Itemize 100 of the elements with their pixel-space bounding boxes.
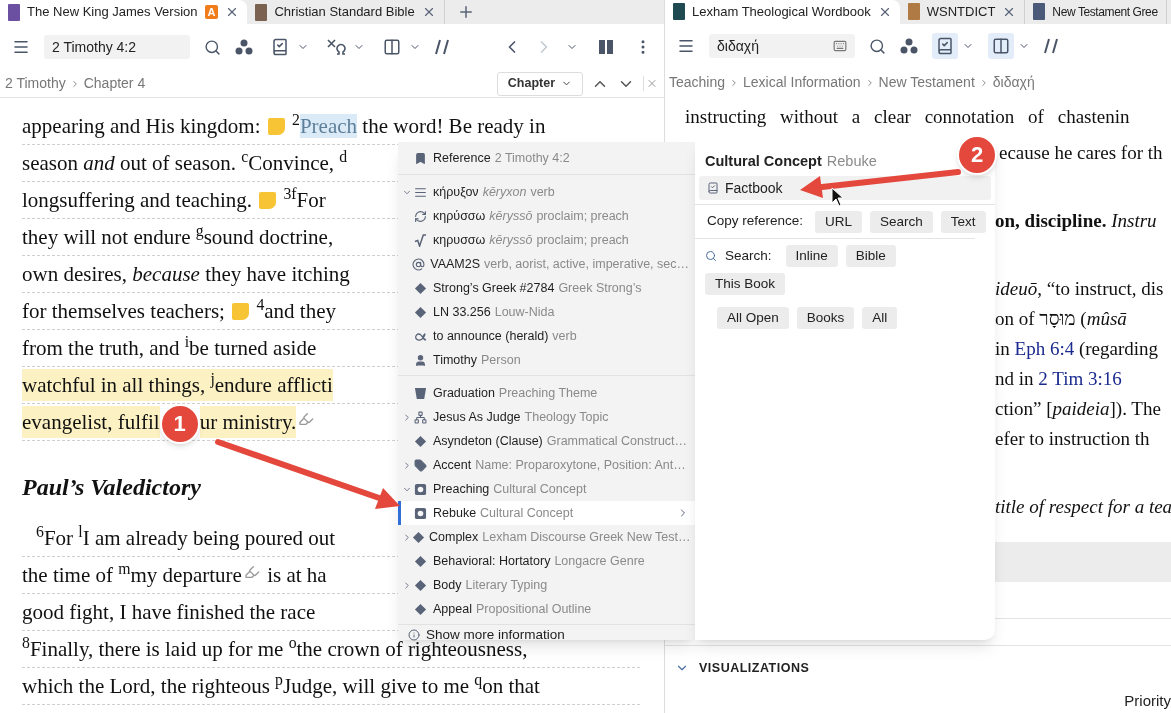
reference-field[interactable]: διδαχή [709, 34, 855, 59]
item-detail: Cultural Concept [480, 504, 574, 522]
column-label: Priority [1124, 691, 1171, 712]
chip-button[interactable]: All Open [717, 307, 789, 329]
item-label: κηρύσσω [433, 207, 486, 225]
item-label: Complex [429, 528, 479, 546]
chip-button[interactable]: Bible [845, 245, 896, 267]
verse-text: the word! Be ready in [361, 114, 546, 138]
diamond-icon [414, 554, 427, 568]
item-label: VAAM2S [430, 255, 481, 273]
context-menu-item[interactable]: κήρυξον kēryxon verb [398, 180, 695, 204]
verse-text: ur ministry. [199, 406, 297, 438]
item-detail: Name: Proparoxytone, Position: Ant… [475, 456, 686, 474]
item-detail: Grammatical Construct… [546, 432, 688, 450]
menu-icon[interactable] [12, 38, 30, 56]
item-label: κηρυσσω [433, 231, 486, 249]
context-menu-item[interactable]: Behavioral: Hortatory Longacre Genre [398, 549, 695, 573]
reference-link[interactable]: 2 Tim 3:16 [1038, 368, 1122, 390]
item-label: Rebuke [433, 504, 477, 522]
item-label: Strong’s Greek #2784 [433, 279, 555, 297]
highlighter-icon[interactable] [243, 564, 260, 580]
breadcrumb-item[interactable]: 2 Timothy [5, 73, 66, 94]
concept-icon [414, 482, 427, 496]
context-menu-item[interactable]: Complex Lexham Discourse Greek New Test… [398, 525, 695, 549]
item-detail: verb, aorist, active, imperative, sec… [484, 255, 689, 273]
lines-icon [414, 185, 427, 199]
context-menu-item[interactable]: Accent Name: Proparoxytone, Position: Ant… [398, 453, 695, 477]
context-menu-item[interactable]: Reference 2 Timothy 4:2 [398, 146, 695, 170]
chip-button[interactable]: All [862, 307, 898, 329]
chip-button[interactable]: URL [815, 210, 863, 233]
diamond-icon [414, 281, 427, 295]
callout-marker: 2 [957, 135, 997, 175]
item-label: κήρυξον [433, 183, 479, 201]
context-menu-item[interactable]: Jesus As Judge Theology Topic [398, 405, 695, 429]
chip-button[interactable]: Text [940, 210, 986, 233]
factbook-icon [707, 182, 719, 194]
context-menu-item[interactable]: κηρύσσω kēryssō proclaim; preach [398, 204, 695, 228]
cluster-icon[interactable] [235, 39, 253, 55]
keyboard-icon[interactable] [833, 39, 847, 54]
search-label: Search: [725, 247, 772, 265]
chapter-dropdown[interactable]: Chapter [496, 71, 583, 96]
breadcrumb-item[interactable]: Lexical Information [743, 72, 861, 94]
diamond-icon [414, 305, 427, 319]
item-label: Jesus As Judge [433, 408, 521, 426]
context-menu-item[interactable]: Rebuke Cultural Concept [398, 501, 695, 525]
person-icon [414, 353, 427, 367]
item-label: Timothy [433, 351, 477, 369]
reference-link[interactable]: Eph 6:4 [1014, 338, 1075, 360]
verse-text: which the Lord, the righteous $^{p}$Judge, will give to me $^{q}$on that [22, 674, 540, 698]
chip-button[interactable]: Books [796, 307, 855, 329]
verse-text: $^{6}$For $^{l}$I am already being poured out [36, 526, 336, 550]
verse-text: is at ha [266, 563, 327, 587]
breadcrumb-item[interactable]: Teaching [669, 72, 726, 94]
verse-text: appearing and His kingdom: [22, 114, 262, 138]
cluster-icon[interactable] [900, 38, 918, 55]
mouse-cursor-icon [831, 187, 844, 207]
context-menu-item[interactable]: LN 33.256 Louw-Nida [398, 300, 695, 324]
verse-text: efer to instruction th [995, 428, 1150, 450]
context-menu-item[interactable]: to announce (herald) verb [398, 324, 695, 348]
diamond-icon [414, 434, 427, 448]
tab-title: New Testament Gree [1052, 3, 1158, 21]
breadcrumb-item[interactable]: New Testament [878, 72, 975, 94]
chip-button[interactable]: Inline [785, 245, 838, 267]
verse-text: in [995, 338, 1011, 360]
tab[interactable]: Lexham Theological Wordbook [665, 0, 900, 24]
context-menu-item[interactable]: Strong’s Greek #2784 Greek Strong’s [398, 276, 695, 300]
verse-text: good fight, I have finished the race [22, 600, 316, 624]
item-label: Asyndeton (Clause) [433, 432, 543, 450]
item-label: Accent [433, 456, 472, 474]
search-icon[interactable] [869, 37, 886, 55]
context-menu-item[interactable]: Preaching Cultural Concept [398, 477, 695, 501]
section-title[interactable]: VISUALIZATIONS [699, 659, 810, 678]
parallel-icon[interactable] [435, 39, 449, 55]
highlighter-icon[interactable] [298, 411, 315, 427]
item-detail: Cultural Concept [493, 480, 587, 498]
item-label: Preaching [433, 480, 490, 498]
tab[interactable]: The New King James Version A [0, 0, 248, 24]
verse-text: nd in [995, 368, 1035, 390]
breadcrumb-item[interactable]: διδαχή [992, 72, 1035, 94]
context-menu-item[interactable]: Timothy Person [398, 348, 695, 372]
context-menu-item[interactable]: Asyndeton (Clause) Grammatical Construct… [398, 429, 695, 453]
field-value: 2 Timothy 4:2 [52, 37, 137, 57]
search-icon[interactable] [204, 38, 221, 56]
item-label: Body [433, 576, 462, 594]
chip-button[interactable]: This Book [705, 273, 786, 295]
verse-text: evangelist, fulfil [22, 406, 160, 438]
parallel-icon[interactable] [1044, 38, 1058, 55]
reference-field[interactable]: 2 Timothy 4:2 [44, 35, 190, 59]
split-panel-icon[interactable] [598, 39, 614, 55]
item-detail: Louw-Nida [494, 303, 555, 321]
chip-button[interactable]: Search [870, 210, 933, 233]
context-menu-item[interactable]: κηρυσσω kēryssō proclaim; preach [398, 228, 695, 252]
verse-text: ideuō, “to instruct, dis [995, 278, 1164, 300]
context-menu-item[interactable]: VAAM2S verb, aorist, active, imperative, sec… [398, 252, 695, 276]
context-menu-item[interactable]: Graduation Preaching Theme [398, 381, 695, 405]
tree-icon [414, 410, 427, 424]
item-transliteration: kēryssō [489, 231, 533, 249]
context-menu-item[interactable]: Appeal Propositional Outline [398, 597, 695, 621]
context-menu-item[interactable]: Body Literary Typing [398, 573, 695, 597]
breadcrumb-item[interactable]: Chapter 4 [83, 73, 146, 94]
